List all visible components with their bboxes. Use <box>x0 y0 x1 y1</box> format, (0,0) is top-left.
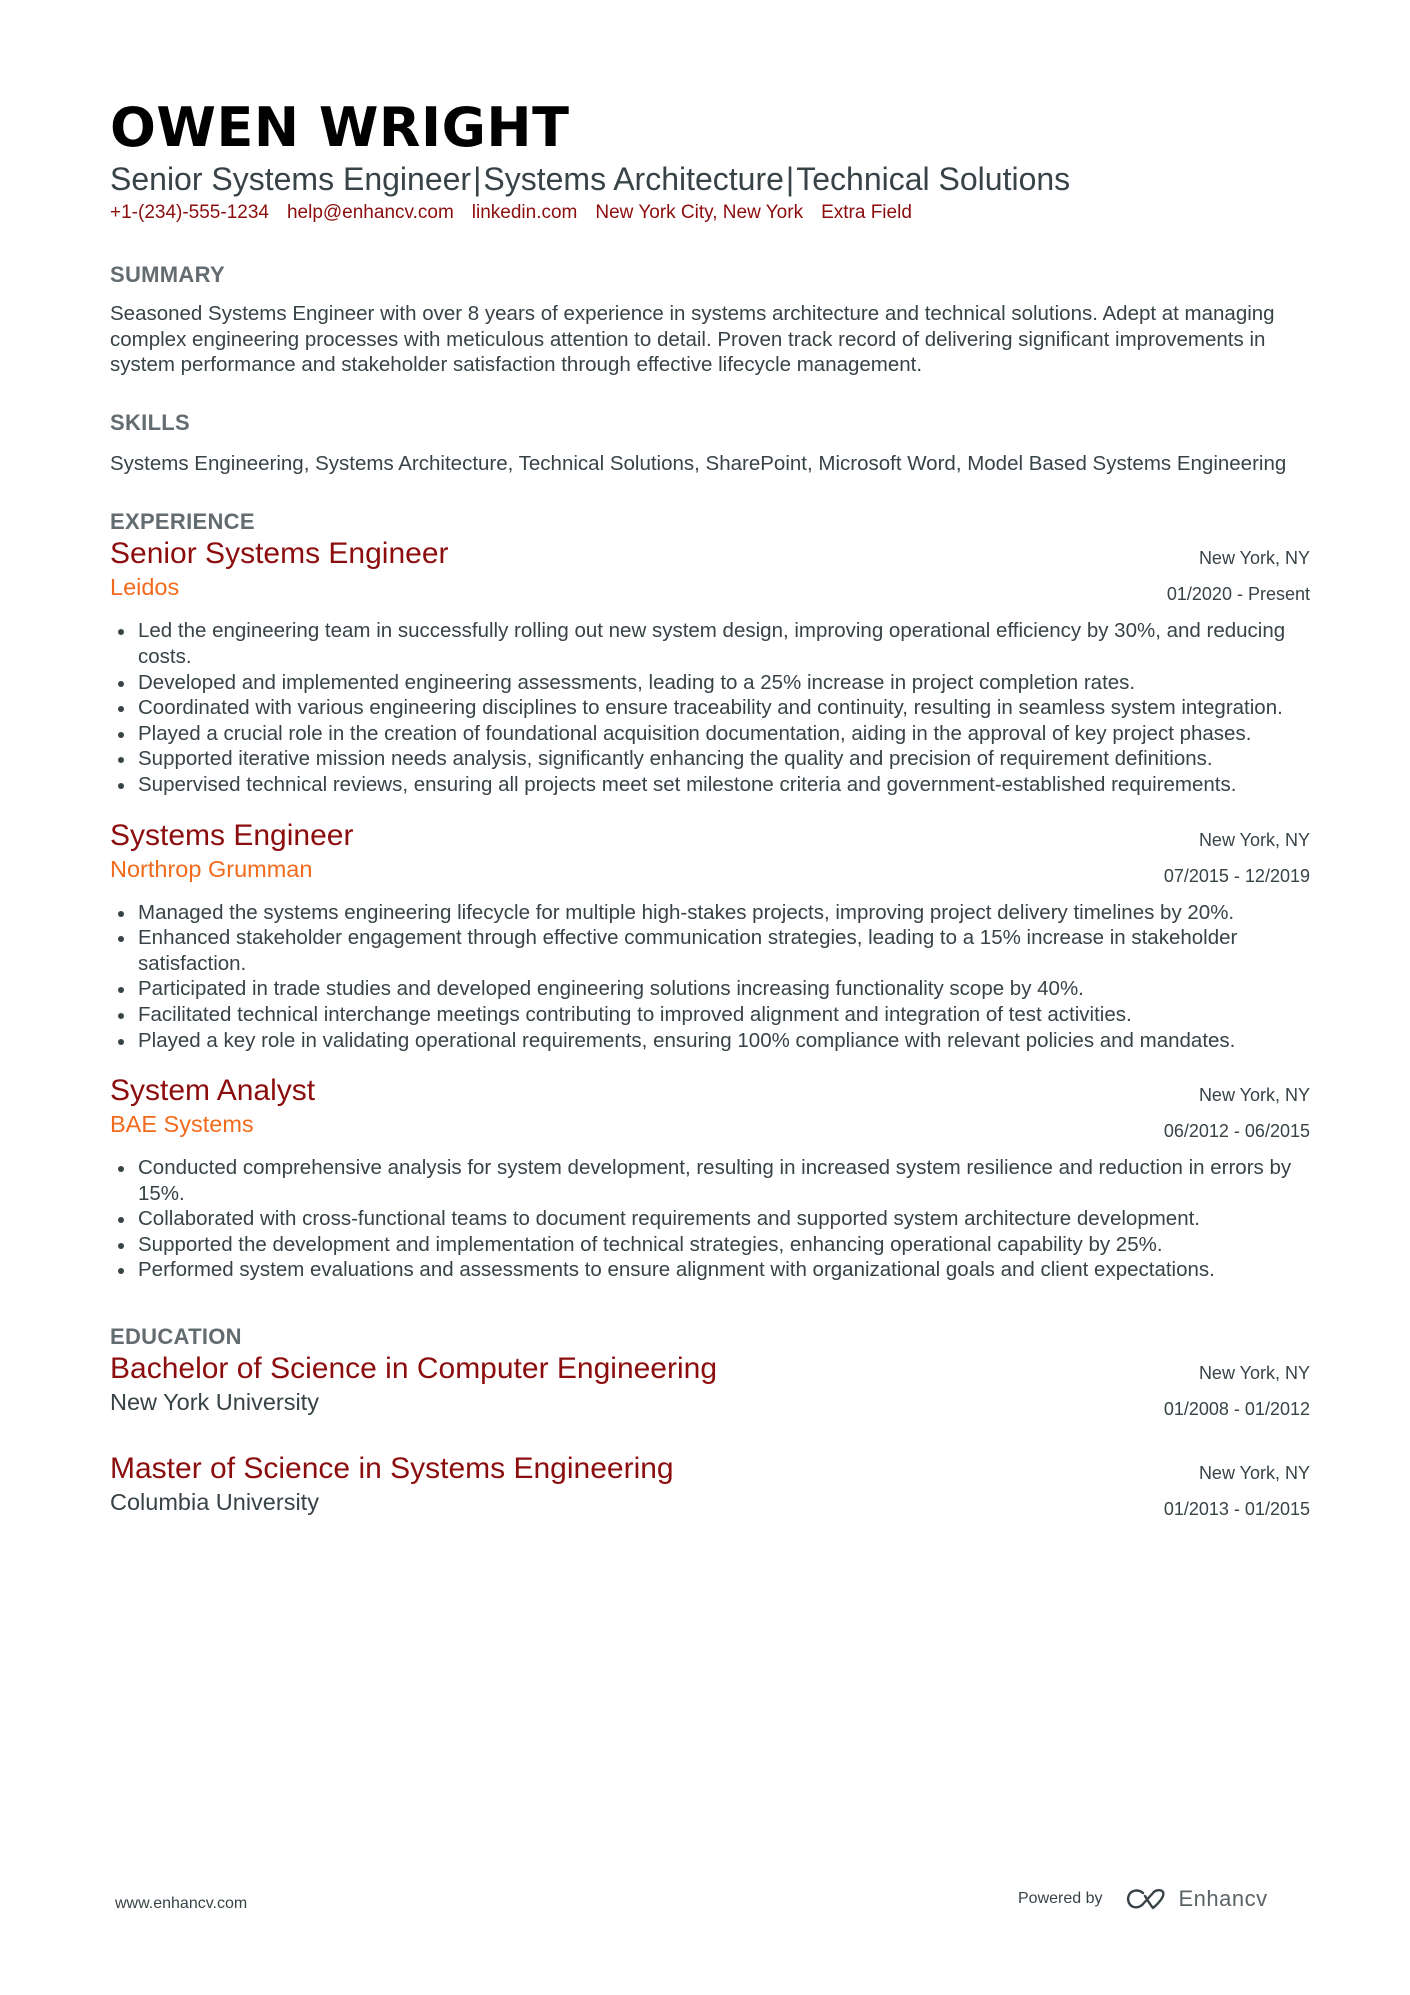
bullet-item: Collaborated with cross-functional teams… <box>110 1206 1310 1232</box>
job-dates: 06/2012 - 06/2015 <box>1163 1121 1310 1142</box>
bullet-item: Supported iterative mission needs analys… <box>110 746 1310 772</box>
company-name: Leidos <box>110 574 180 601</box>
bullet-item: Supported the development and implementa… <box>110 1232 1310 1258</box>
job-location: New York, NY <box>1198 829 1310 850</box>
headline-separator: | <box>473 161 482 197</box>
bullet-item: Participated in trade studies and develo… <box>110 976 1310 1002</box>
candidate-name: OWEN WRIGHT <box>110 96 570 159</box>
summary-section: SUMMARY Seasoned Systems Engineer with o… <box>110 261 1310 378</box>
education-entry: Master of Science in Systems Engineering… <box>110 1451 1310 1527</box>
headline-part: Senior Systems Engineer <box>110 161 472 197</box>
job-location: New York, NY <box>1198 548 1310 569</box>
bullet-item: Conducted comprehensive analysis for sys… <box>110 1155 1310 1206</box>
contact-phone[interactable]: +1-(234)-555-1234 <box>110 200 269 226</box>
bullet-item: Played a key role in validating operatio… <box>110 1028 1310 1054</box>
education-entry: Bachelor of Science in Computer Engineer… <box>110 1351 1310 1427</box>
job-bullets: Conducted comprehensive analysis for sys… <box>110 1155 1310 1283</box>
bullet-item: Performed system evaluations and assessm… <box>110 1257 1310 1283</box>
enhancv-brand[interactable]: Enhancv <box>1125 1886 1268 1912</box>
skills-text: Systems Engineering, Systems Architectur… <box>110 451 1287 475</box>
education-location: New York, NY <box>1198 1463 1310 1484</box>
footer-website-link[interactable]: www.enhancv.com <box>115 1895 247 1913</box>
experience-entry: System Analyst BAE Systems New York, NY … <box>110 1073 1310 1283</box>
contact-extra-field: Extra Field <box>821 202 912 223</box>
company-name: BAE Systems <box>110 1111 254 1138</box>
bullet-item: Supervised technical reviews, ensuring a… <box>110 772 1310 798</box>
resume-page: OWEN WRIGHT Senior Systems Engineer|Syst… <box>110 96 1310 1527</box>
education-dates: 01/2013 - 01/2015 <box>1163 1499 1310 1520</box>
experience-entry: Systems Engineer Northrop Grumman New Yo… <box>110 818 1310 1054</box>
headline-part: Technical Solutions <box>796 161 1071 197</box>
job-location: New York, NY <box>1198 1085 1310 1106</box>
education-section: EDUCATION Bachelor of Science in Compute… <box>110 1323 1310 1527</box>
experience-entry: Senior Systems Engineer Leidos New York,… <box>110 536 1310 797</box>
powered-by-label: Powered by <box>1018 1890 1103 1907</box>
education-dates: 01/2008 - 01/2012 <box>1163 1399 1310 1420</box>
section-heading-skills: SKILLS <box>110 409 191 435</box>
candidate-headline: Senior Systems Engineer|Systems Architec… <box>110 160 1310 198</box>
bullet-item: Played a crucial role in the creation of… <box>110 721 1310 747</box>
contact-location: New York City, New York <box>595 202 804 223</box>
headline-separator: | <box>785 161 795 197</box>
summary-text: Seasoned Systems Engineer with over 8 ye… <box>110 302 1275 377</box>
footer-powered-by: Powered by Enhancv <box>1018 1886 1268 1912</box>
job-title: System Analyst <box>110 1074 316 1108</box>
job-bullets: Managed the systems engineering lifecycl… <box>110 900 1310 1054</box>
degree-title: Master of Science in Systems Engineering <box>110 1452 674 1486</box>
job-bullets: Led the engineering team in successfully… <box>110 618 1310 797</box>
headline-part: Systems Architecture <box>483 161 784 197</box>
job-title: Senior Systems Engineer <box>110 537 449 571</box>
job-dates: 07/2015 - 12/2019 <box>1163 865 1310 886</box>
experience-section: EXPERIENCE Senior Systems Engineer Leido… <box>110 508 1310 1283</box>
contact-email[interactable]: help@enhancv.com <box>287 200 454 226</box>
skills-section: SKILLS Systems Engineering, Systems Arch… <box>110 409 1310 477</box>
section-heading-experience: EXPERIENCE <box>110 509 255 535</box>
bullet-item: Managed the systems engineering lifecycl… <box>110 900 1310 926</box>
section-heading-summary: SUMMARY <box>110 262 225 287</box>
school-name: New York University <box>110 1389 319 1416</box>
bullet-item: Facilitated technical interchange meetin… <box>110 1002 1310 1028</box>
school-name: Columbia University <box>110 1489 319 1516</box>
job-title: Systems Engineer <box>110 818 354 852</box>
bullet-item: Enhanced stakeholder engagement through … <box>110 925 1310 976</box>
contact-linkedin[interactable]: linkedin.com <box>472 200 578 226</box>
enhancv-logo-icon <box>1125 1887 1169 1911</box>
degree-title: Bachelor of Science in Computer Engineer… <box>110 1352 718 1386</box>
company-name: Northrop Grumman <box>110 855 313 882</box>
job-dates: 01/2020 - Present <box>1166 584 1310 605</box>
bullet-item: Developed and implemented engineering as… <box>110 670 1310 696</box>
bullet-item: Led the engineering team in successfully… <box>110 618 1310 669</box>
enhancv-brand-name: Enhancv <box>1178 1886 1268 1911</box>
contact-row: +1-(234)-555-1234 help@enhancv.com linke… <box>110 200 1310 226</box>
education-location: New York, NY <box>1198 1363 1310 1384</box>
section-heading-education: EDUCATION <box>110 1324 242 1350</box>
bullet-item: Coordinated with various engineering dis… <box>110 695 1310 721</box>
